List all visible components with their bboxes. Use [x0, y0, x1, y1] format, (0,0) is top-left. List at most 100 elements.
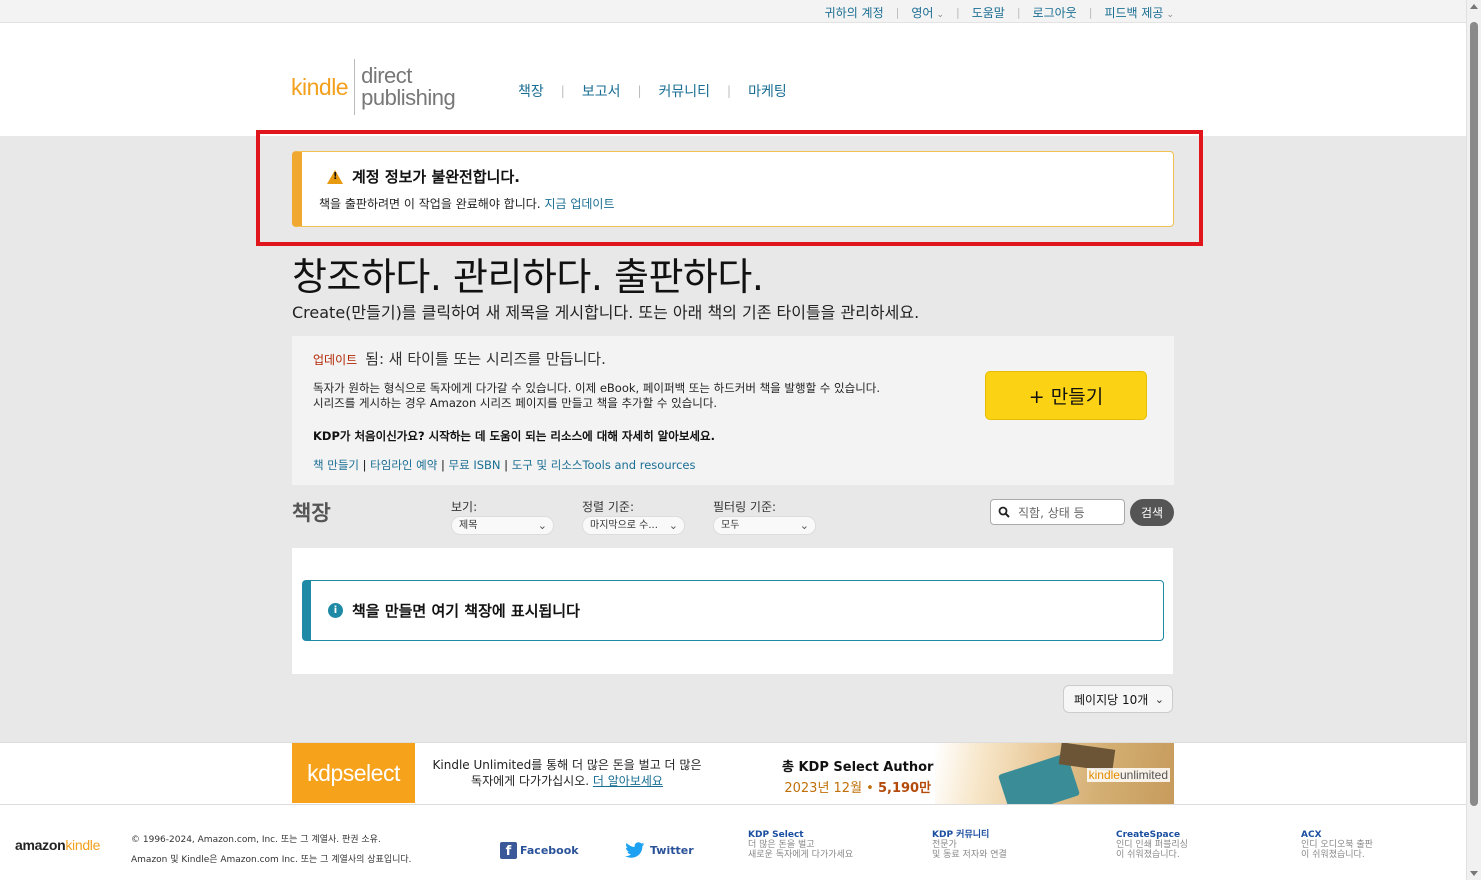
- view-select-value: 제목: [459, 520, 478, 531]
- search-button[interactable]: 검색: [1130, 499, 1174, 526]
- footer-col-line: 이 쉬워졌습니다.: [1301, 850, 1365, 860]
- footer-col-line: 전문가: [932, 840, 957, 850]
- top-utility-links: 귀하의 계정 | 영어 ⌄ | 도움말 | 로그아웃 | 피드백 제공 ⌄: [825, 4, 1174, 21]
- schedule-timeline-link[interactable]: 타임라인 예약: [370, 458, 437, 472]
- scroll-down-arrow-icon[interactable]: [1470, 871, 1478, 876]
- filter-select-value: 모두: [721, 520, 740, 531]
- kdp-select-logo[interactable]: kdp select: [292, 743, 415, 803]
- footer-kdp-community[interactable]: KDP 커뮤니티 전문가 및 동료 저자와 연결: [932, 830, 1007, 860]
- separator: |: [1016, 6, 1021, 19]
- footer-createspace[interactable]: CreateSpace 인디 인쇄 퍼블리싱 이 쉬워졌습니다.: [1116, 830, 1188, 860]
- footer-col-title: ACX: [1301, 830, 1322, 840]
- footer-logo-kindle: kindle: [65, 837, 101, 853]
- logout-link[interactable]: 로그아웃: [1033, 4, 1077, 21]
- separator: |: [895, 6, 900, 19]
- main-nav: 책장 | 보고서 | 커뮤니티 | 마케팅: [518, 81, 787, 101]
- footer-acx[interactable]: ACX 인디 오디오북 출판 이 쉬워졌습니다.: [1301, 830, 1373, 860]
- footer-col-title: CreateSpace: [1116, 830, 1181, 840]
- language-label: 영어: [911, 6, 934, 20]
- top-utility-bar: 귀하의 계정 | 영어 ⌄ | 도움말 | 로그아웃 | 피드백 제공 ⌄: [0, 0, 1466, 23]
- per-page-select[interactable]: 페이지당 10개 ⌄: [1063, 685, 1173, 713]
- chevron-down-icon: ⌄: [1166, 10, 1174, 20]
- separator: |: [560, 84, 565, 98]
- banner-text: Kindle Unlimited를 통해 더 많은 돈을 벌고 더 많은 독자에…: [432, 757, 702, 789]
- filter-select[interactable]: 모두 ⌄: [713, 516, 816, 535]
- vertical-scrollbar[interactable]: [1466, 0, 1481, 880]
- empty-bookshelf-text: 책을 만들면 여기 책장에 표시됩니다: [352, 602, 580, 620]
- footer-kdp-select[interactable]: KDP Select 더 많은 돈을 벌고 새로운 독자에게 다가가세요: [748, 830, 853, 860]
- page-title: 창조하다. 관리하다. 출판하다.: [292, 255, 764, 299]
- footer-col-line: 새로운 독자에게 다가가세요: [748, 850, 854, 860]
- bookshelf-search-input[interactable]: 직함, 상태 등: [990, 499, 1125, 525]
- filter-label: 필터링 기준:: [713, 500, 777, 514]
- chevron-down-icon: ⌄: [799, 519, 809, 532]
- kindle-unlimited-art[interactable]: kindleunlimited: [935, 743, 1174, 804]
- scrollbar-thumb[interactable]: [1470, 22, 1478, 806]
- twitter-icon: [625, 842, 645, 858]
- footer-col-line: 인디 인쇄 퍼블리싱: [1116, 840, 1188, 850]
- nav-bookshelf[interactable]: 책장: [518, 81, 544, 101]
- twitter-label: Twitter: [650, 844, 694, 857]
- help-link[interactable]: 도움말: [972, 4, 1005, 21]
- footer-col-line: 이 쉬워졌습니다.: [1116, 850, 1180, 860]
- search-icon: [998, 506, 1010, 518]
- copyright: © 1996-2024, Amazon.com, Inc. 또는 그 계열사. …: [131, 830, 412, 870]
- bookshelf-title: 책장: [292, 501, 331, 525]
- separator: |: [955, 6, 960, 19]
- feedback-dropdown[interactable]: 피드백 제공 ⌄: [1104, 4, 1174, 21]
- kdp-logo[interactable]: kindle direct publishing: [291, 59, 456, 115]
- page-subtitle: Create(만들기)를 클릭하여 새 제목을 게시합니다. 또는 아래 책의 …: [292, 303, 920, 322]
- kdp-select-banner: kdp select Kindle Unlimited를 통해 더 많은 돈을 벌…: [292, 743, 1174, 804]
- separator: |: [1088, 6, 1093, 19]
- language-dropdown[interactable]: 영어 ⌄: [911, 4, 944, 21]
- sort-select[interactable]: 마지막으로 수... ⌄: [582, 516, 685, 535]
- scroll-up-arrow-icon[interactable]: [1470, 4, 1478, 9]
- create-book-link[interactable]: 책 만들기: [313, 458, 359, 472]
- facebook-icon: f: [500, 842, 517, 859]
- separator: |: [637, 84, 642, 98]
- site-header: kindle direct publishing 책장 | 보고서 | 커뮤니티…: [0, 23, 1466, 136]
- create-button[interactable]: + 만들기: [985, 371, 1147, 420]
- nav-community[interactable]: 커뮤니티: [659, 81, 711, 101]
- logo-divider: [354, 59, 356, 115]
- bookshelf-area: i 책을 만들면 여기 책장에 표시됩니다: [292, 548, 1173, 674]
- info-icon: i: [328, 603, 343, 618]
- footer-col-line: 인디 오디오북 출판: [1301, 840, 1373, 850]
- search-placeholder: 직함, 상태 등: [1018, 505, 1085, 520]
- create-panel-description: 독자가 원하는 형식으로 독자에게 다가갈 수 있습니다. 이제 eBook, …: [313, 381, 881, 410]
- facebook-label: Facebook: [520, 844, 579, 857]
- per-page-value: 페이지당 10개: [1074, 692, 1149, 707]
- tools-resources-link[interactable]: 도구 및 리소스Tools and resources: [512, 458, 696, 472]
- account-link[interactable]: 귀하의 계정: [825, 4, 884, 21]
- kdp-select-logo-kdp: kdp: [307, 759, 343, 786]
- logo-kindle-text: kindle: [291, 73, 349, 100]
- footer-col-title: KDP Select: [748, 830, 804, 840]
- footer-logo-amazon: amazon: [15, 837, 66, 853]
- kindle-unlimited-logo: kindleunlimited: [1086, 768, 1170, 782]
- twitter-link[interactable]: Twitter: [624, 842, 694, 859]
- facebook-link[interactable]: f Facebook: [500, 842, 579, 859]
- sort-select-value: 마지막으로 수...: [590, 520, 658, 531]
- logo-publishing-text: publishing: [361, 85, 456, 110]
- resource-links: 책 만들기 | 타임라인 예약 | 무료 ISBN | 도구 및 리소스Tool…: [313, 458, 696, 472]
- chevron-down-icon: ⌄: [668, 519, 678, 532]
- view-select[interactable]: 제목 ⌄: [451, 516, 554, 535]
- earnings-date: 2023년 12월 •: [784, 781, 878, 796]
- footer-col-line: 더 많은 돈을 벌고: [748, 840, 815, 850]
- amazon-kindle-logo: amazonkindle: [15, 837, 100, 853]
- nav-marketing[interactable]: 마케팅: [748, 81, 787, 101]
- learn-more-link[interactable]: 더 알아보세요: [593, 774, 663, 788]
- footer-col-line: 및 동료 저자와 연결: [932, 850, 1007, 860]
- free-isbn-link[interactable]: 무료 ISBN: [449, 458, 501, 472]
- empty-bookshelf-notice: i 책을 만들면 여기 책장에 표시됩니다: [302, 580, 1164, 641]
- trademark-text: Amazon 및 Kindle은 Amazon.com Inc. 또는 그 계열…: [131, 855, 412, 865]
- chevron-down-icon: ⌄: [537, 519, 547, 532]
- site-footer: amazonkindle © 1996-2024, Amazon.com, In…: [0, 805, 1466, 880]
- view-label: 보기:: [451, 500, 478, 514]
- kdp-select-logo-select: select: [342, 759, 401, 786]
- update-tag: 업데이트: [313, 353, 358, 367]
- filter-control: 필터링 기준: 모두 ⌄: [713, 498, 816, 535]
- nav-reports[interactable]: 보고서: [582, 81, 621, 101]
- logo-direct-publishing: direct publishing: [361, 65, 456, 110]
- sort-control: 정렬 기준: 마지막으로 수... ⌄: [582, 498, 685, 535]
